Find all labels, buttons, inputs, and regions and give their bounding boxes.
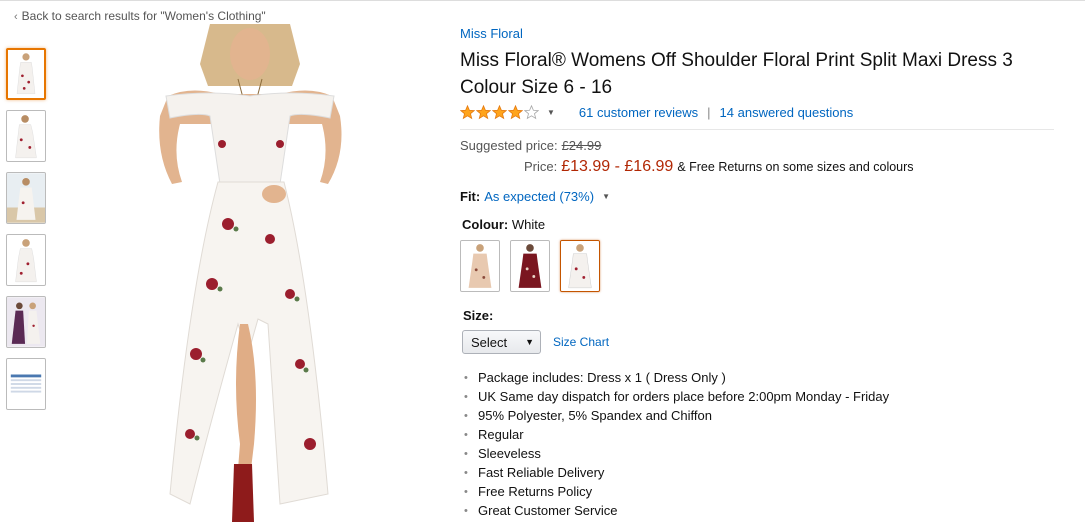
- product-title: Miss Floral® Womens Off Shoulder Floral …: [460, 50, 1013, 98]
- chevron-left-icon: ‹: [14, 11, 18, 23]
- feature-bullets: • Package includes: Dress x 1 ( Dress Onl…: [464, 368, 1060, 520]
- feature-bullet: • Package includes: Dress x 1 ( Dress Onl…: [464, 368, 1060, 387]
- feature-text: Sleeveless: [478, 446, 541, 461]
- bullet-dot-icon: •: [464, 409, 468, 422]
- size-chart-link[interactable]: Size Chart: [553, 335, 609, 349]
- feature-bullet: • Sleeveless: [464, 444, 1060, 463]
- product-details: Miss Floral Miss Floral® Womens Off Shou…: [460, 26, 1060, 520]
- select-caret-icon: ▼: [525, 337, 534, 347]
- feature-bullet: • Free Returns Policy: [464, 482, 1060, 501]
- suggested-price-label: Suggested price:: [460, 138, 558, 153]
- rating-dropdown-caret-icon[interactable]: ▼: [547, 108, 555, 117]
- back-link-label: Back to search results for "Women's Clot…: [21, 9, 266, 23]
- thumbnail-strip: [6, 48, 46, 420]
- star-filled-icon: [460, 104, 475, 119]
- feature-bullet: • Regular: [464, 425, 1060, 444]
- price-label: Price:: [524, 159, 558, 174]
- suggested-price-value: £24.99: [561, 138, 602, 153]
- back-to-results-link[interactable]: ‹ Back to search results for "Women's Clo…: [14, 9, 266, 23]
- free-returns-note: & Free Returns on some sizes and colours: [677, 160, 914, 174]
- feature-text: 95% Polyester, 5% Spandex and Chiffon: [478, 408, 712, 423]
- rating-row: ▼ 61 customer reviews | 14 answered ques…: [460, 102, 1060, 122]
- star-rating[interactable]: [460, 104, 540, 120]
- bullet-dot-icon: •: [464, 371, 468, 384]
- swatch-white[interactable]: [560, 240, 600, 292]
- size-row: Select ▼ Size Chart: [462, 330, 1060, 354]
- feature-bullet: • Fast Reliable Delivery: [464, 463, 1060, 482]
- colour-label: Colour:: [462, 217, 509, 232]
- colour-row: Colour: White: [462, 217, 1060, 235]
- bullet-dot-icon: •: [464, 466, 468, 479]
- main-product-image[interactable]: [150, 24, 350, 522]
- feature-text: UK Same day dispatch for orders place be…: [478, 389, 890, 404]
- fit-label: Fit:: [460, 188, 481, 204]
- star-filled-icon: [492, 104, 507, 119]
- swatch-burgundy[interactable]: [510, 240, 550, 292]
- bullet-dot-icon: •: [464, 504, 468, 517]
- fit-value-link[interactable]: As expected (73%): [484, 189, 594, 204]
- feature-text: Fast Reliable Delivery: [478, 465, 605, 480]
- thumbnail-2[interactable]: [6, 110, 46, 162]
- star-filled-icon: [508, 104, 523, 119]
- thumbnail-4[interactable]: [6, 234, 46, 286]
- brand-link[interactable]: Miss Floral: [460, 26, 1060, 41]
- customer-reviews-link[interactable]: 61 customer reviews: [579, 105, 698, 120]
- colour-selected-value: White: [511, 217, 546, 232]
- feature-text: Great Customer Service: [478, 503, 618, 518]
- feature-bullet: • 95% Polyester, 5% Spandex and Chiffon: [464, 406, 1060, 425]
- star-empty-icon: [524, 104, 539, 119]
- colour-swatches: [460, 240, 1060, 292]
- thumbnail-3[interactable]: [6, 172, 46, 224]
- feature-text: Free Returns Policy: [478, 484, 593, 499]
- thumbnail-6[interactable]: [6, 358, 46, 410]
- bullet-dot-icon: •: [464, 428, 468, 441]
- top-divider: [0, 0, 1085, 1]
- bullet-dot-icon: •: [464, 485, 468, 498]
- price-block: Suggested price: £24.99 Price: £13.99 - …: [460, 138, 1060, 180]
- size-select[interactable]: Select ▼: [462, 330, 541, 354]
- size-select-value: Select: [471, 334, 508, 350]
- size-label: Size:: [463, 308, 494, 323]
- bullet-dot-icon: •: [464, 390, 468, 403]
- swatch-beige[interactable]: [460, 240, 500, 292]
- feature-bullet: • UK Same day dispatch for orders place b…: [464, 387, 1060, 406]
- feature-text: Package includes: Dress x 1 ( Dress Only…: [478, 370, 726, 385]
- section-divider: [460, 129, 1054, 130]
- bullet-dot-icon: •: [464, 447, 468, 460]
- fit-row: Fit: As expected (73%) ▼: [460, 187, 1060, 205]
- thumbnail-1[interactable]: [6, 48, 46, 100]
- thumbnail-5[interactable]: [6, 296, 46, 348]
- answered-questions-link[interactable]: 14 answered questions: [720, 105, 854, 120]
- fit-dropdown-caret-icon[interactable]: ▼: [602, 192, 610, 201]
- star-filled-icon: [476, 104, 491, 119]
- link-separator: |: [707, 104, 711, 120]
- price-value: £13.99 - £16.99: [561, 158, 674, 175]
- feature-text: Regular: [478, 427, 524, 442]
- feature-bullet: • Great Customer Service: [464, 501, 1060, 520]
